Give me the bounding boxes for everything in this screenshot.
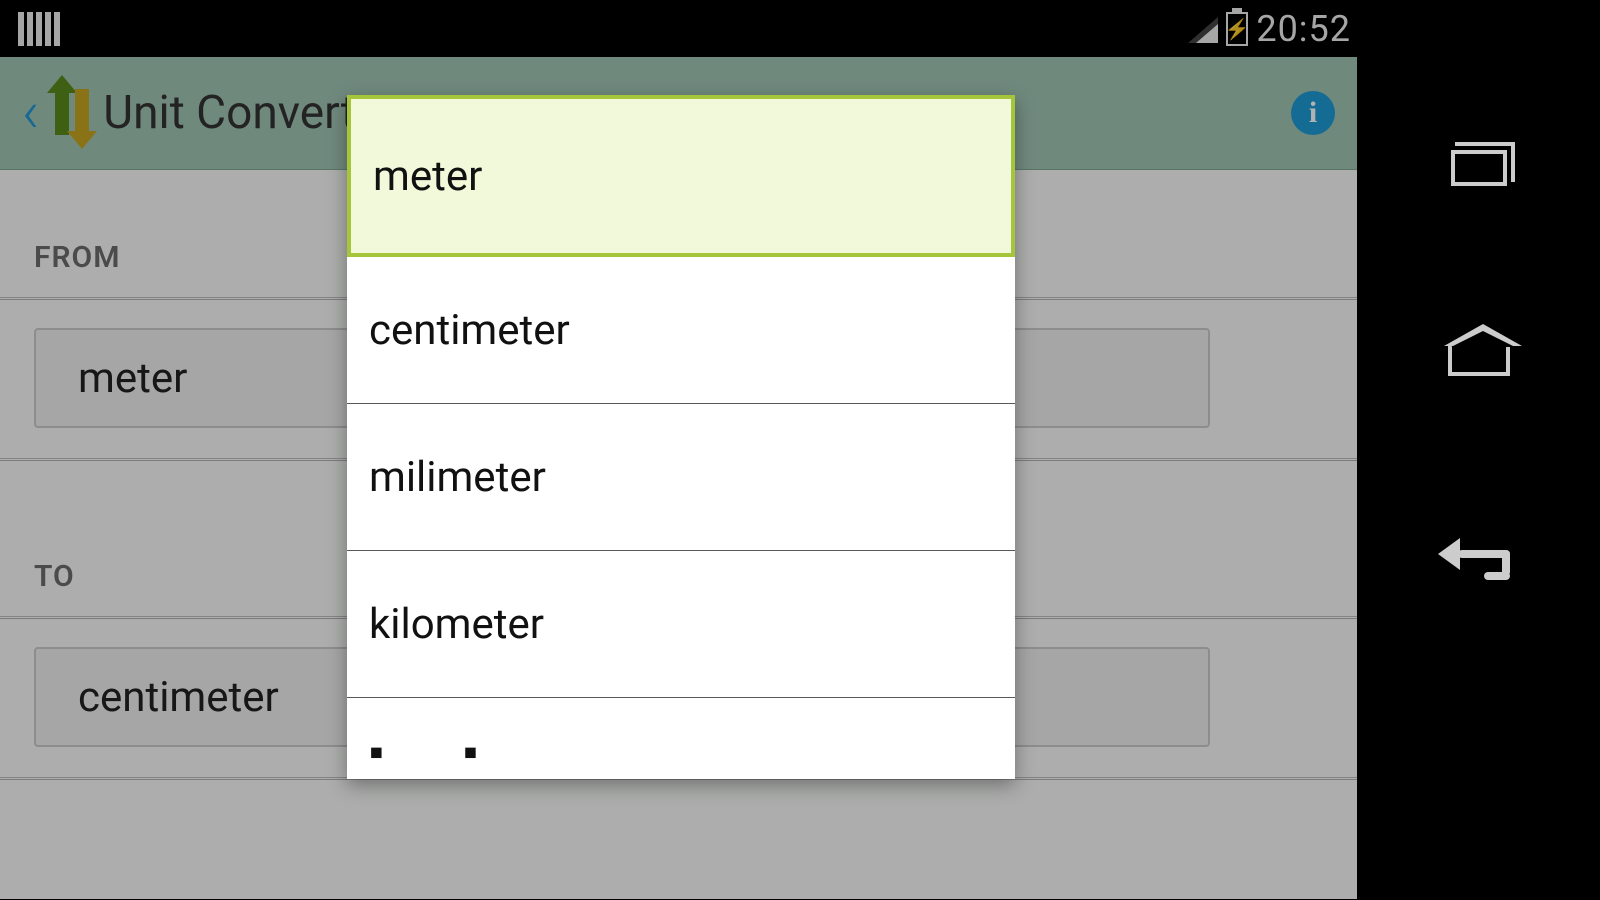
unit-option-meter[interactable]: meter [347,95,1015,257]
unit-option-centimeter[interactable]: centimeter [347,257,1015,404]
unit-option-milimeter[interactable]: milimeter [347,404,1015,551]
unit-option-label: kilometer [369,600,544,649]
unit-picker-dialog: meter centimeter milimeter kilometer ▪ ▪ [347,95,1015,779]
unit-option-label: ▪ ▪ [369,728,490,777]
unit-option-partial[interactable]: ▪ ▪ [347,698,1015,779]
home-button[interactable] [1448,346,1510,376]
unit-option-label: milimeter [369,453,546,502]
recent-apps-button[interactable] [1451,150,1507,186]
unit-option-label: centimeter [369,306,570,355]
unit-option-kilometer[interactable]: kilometer [347,551,1015,698]
system-nav-bar [1357,0,1600,900]
unit-option-label: meter [373,152,482,201]
back-button[interactable] [1444,536,1514,576]
